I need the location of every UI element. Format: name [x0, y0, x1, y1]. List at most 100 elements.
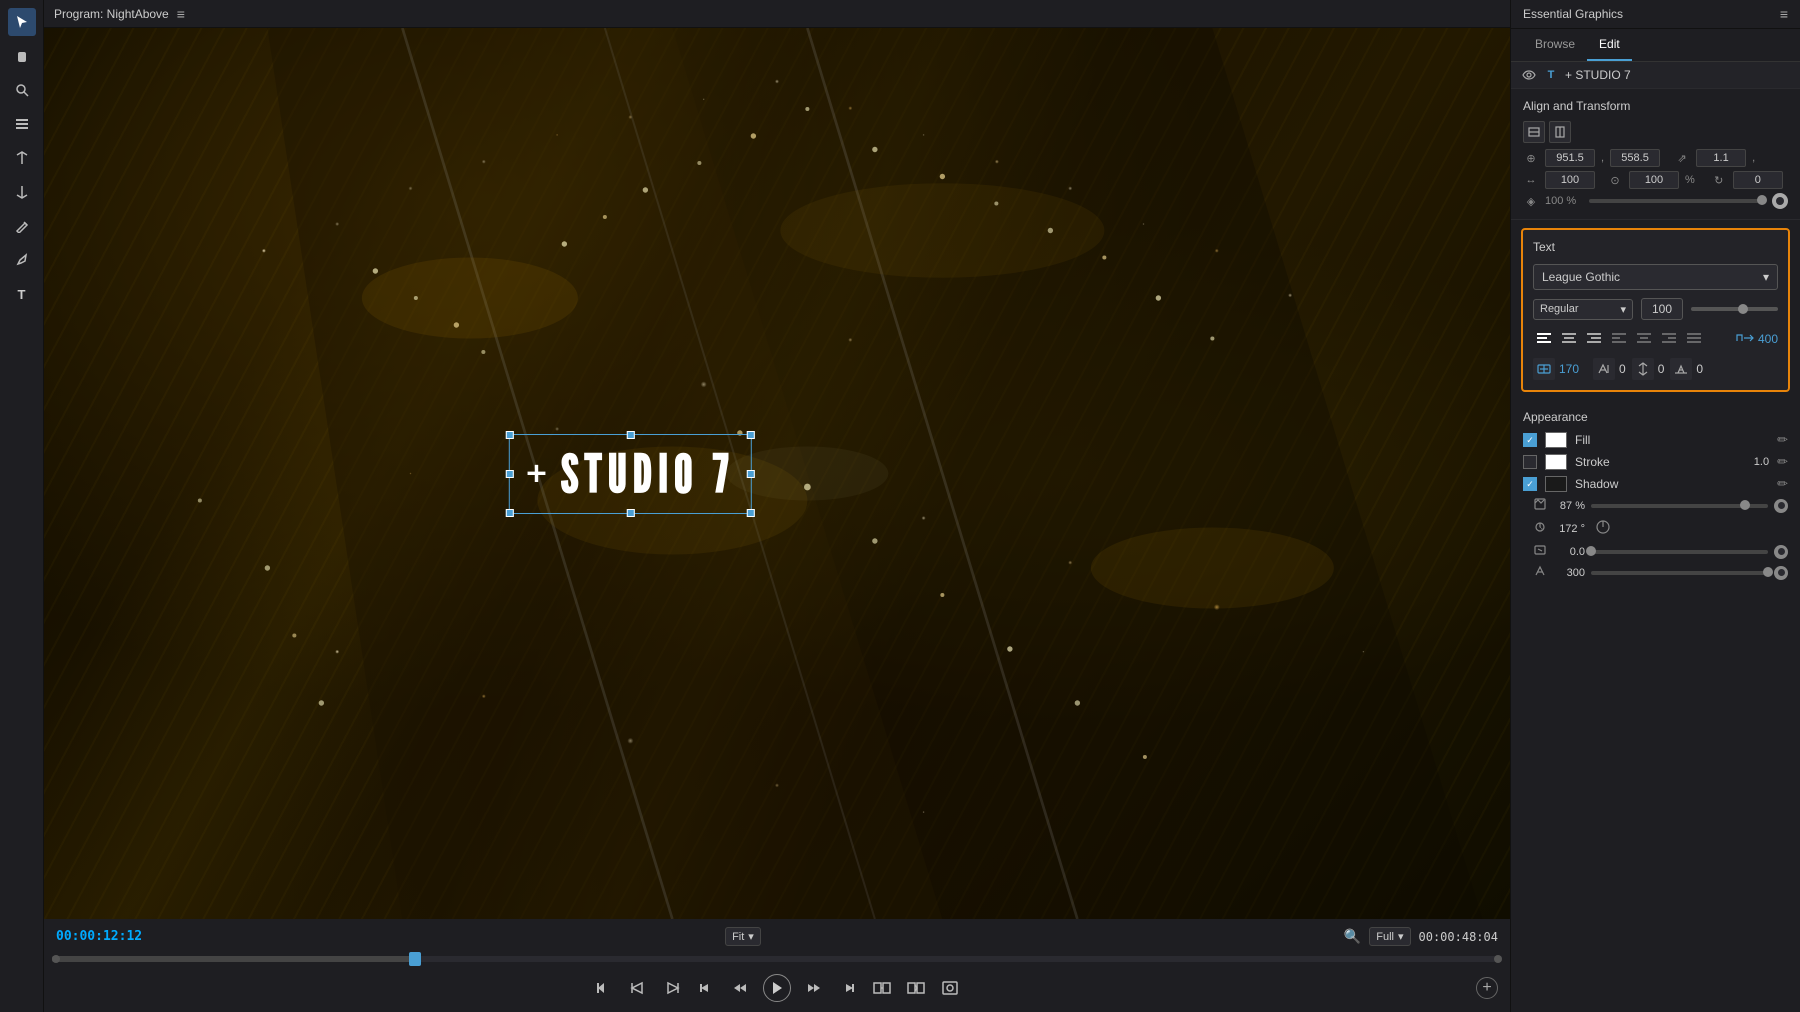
justify-all-btn[interactable]: [1683, 328, 1705, 350]
shadow-checkbox[interactable]: ✓: [1523, 477, 1537, 491]
font-size-field[interactable]: 100: [1641, 298, 1683, 320]
opacity-track[interactable]: [1589, 199, 1762, 203]
handle-bottom-center[interactable]: [626, 509, 634, 517]
pen-tool[interactable]: [8, 246, 36, 274]
scale-field[interactable]: [1696, 149, 1746, 167]
handle-middle-right[interactable]: [747, 470, 755, 478]
text-overlay-box[interactable]: + STUDIO 7: [509, 434, 751, 514]
timeline-progress: [52, 956, 415, 962]
play-button[interactable]: [763, 974, 791, 1002]
opacity-circle: [1772, 193, 1788, 209]
handle-top-right[interactable]: [747, 431, 755, 439]
font-dropdown[interactable]: League Gothic ▾: [1533, 264, 1778, 290]
stroke-edit-icon[interactable]: ✏: [1777, 454, 1788, 470]
hand-tool[interactable]: [8, 42, 36, 70]
appearance-title: Appearance: [1523, 410, 1788, 424]
opacity-thumb[interactable]: [1757, 195, 1767, 205]
tab-edit[interactable]: Edit: [1587, 29, 1632, 61]
fit-selector[interactable]: Fit ▾: [725, 927, 761, 946]
step-back-button[interactable]: [695, 977, 717, 999]
fit-chevron: ▾: [748, 930, 754, 943]
rotation-field[interactable]: [1733, 171, 1783, 189]
layer-eye-toggle[interactable]: [1521, 67, 1537, 83]
shadow-color-swatch[interactable]: [1545, 476, 1567, 492]
shadow-blur-slider[interactable]: [1591, 571, 1768, 575]
prev-frame-button[interactable]: [729, 977, 751, 999]
overwrite-edit-button[interactable]: [905, 977, 927, 999]
tracking-display: 400: [1736, 332, 1778, 346]
in-point-button[interactable]: [627, 977, 649, 999]
align-left-btn[interactable]: [1533, 328, 1555, 350]
stroke-checkbox[interactable]: [1523, 455, 1537, 469]
type-tool[interactable]: T: [8, 280, 36, 308]
shadow-distance-row: 0.0: [1523, 544, 1788, 559]
shadow-angle-circle[interactable]: [1595, 519, 1611, 538]
scale-row: ↔ ⊙ % ↻: [1523, 171, 1788, 189]
selection-tool[interactable]: [8, 8, 36, 36]
time-display-row: 00:00:12:12 Fit ▾ 🔍 Full ▾ 00:00:48:04: [44, 923, 1510, 950]
scale-height-field[interactable]: [1629, 171, 1679, 189]
quality-label: Full: [1376, 931, 1394, 943]
justify-right-btn[interactable]: [1658, 328, 1680, 350]
zoom-tool[interactable]: [8, 76, 36, 104]
align-center-btn[interactable]: [1558, 328, 1580, 350]
brush-tool[interactable]: [8, 212, 36, 240]
position-y-field[interactable]: 558.5: [1610, 149, 1660, 167]
align-btn-1[interactable]: [1523, 121, 1545, 143]
shadow-opacity-thumb[interactable]: [1740, 500, 1750, 510]
align-transform-title: Align and Transform: [1523, 99, 1788, 113]
fill-checkbox[interactable]: ✓: [1523, 433, 1537, 447]
handle-top-left[interactable]: [506, 431, 514, 439]
quality-selector[interactable]: Full ▾: [1369, 927, 1410, 946]
stroke-color-swatch[interactable]: [1545, 454, 1567, 470]
layer-name: + STUDIO 7: [1565, 68, 1790, 82]
text-align-row: 400: [1533, 328, 1778, 350]
handle-bottom-left[interactable]: [506, 509, 514, 517]
timeline-row[interactable]: [44, 950, 1510, 968]
shadow-distance-circle: [1774, 545, 1788, 559]
panel-menu-button[interactable]: ≡: [1780, 6, 1788, 22]
font-size-thumb[interactable]: [1738, 304, 1748, 314]
fill-color-swatch[interactable]: [1545, 432, 1567, 448]
layer-type-icon: T: [1543, 67, 1559, 83]
next-frame-button[interactable]: [803, 977, 825, 999]
align-right-btn[interactable]: [1583, 328, 1605, 350]
insert-edit-button[interactable]: [871, 977, 893, 999]
align-btn-2[interactable]: [1549, 121, 1571, 143]
opacity-icon: ◈: [1523, 195, 1539, 208]
ripple-tool[interactable]: [8, 144, 36, 172]
timeline-track[interactable]: [52, 956, 1502, 962]
handle-middle-left[interactable]: [506, 470, 514, 478]
justify-center-btn[interactable]: [1633, 328, 1655, 350]
shadow-opacity-slider[interactable]: [1591, 504, 1768, 508]
video-area: + STUDIO 7: [44, 28, 1510, 919]
timeline-playhead[interactable]: [409, 952, 421, 966]
scale-width-field[interactable]: [1545, 171, 1595, 189]
quality-chevron: ▾: [1398, 930, 1404, 943]
add-button[interactable]: +: [1476, 977, 1498, 999]
fill-edit-icon[interactable]: ✏: [1777, 432, 1788, 448]
tsume-group: 170: [1533, 358, 1587, 380]
shadow-blur-thumb[interactable]: [1763, 567, 1773, 577]
justify-left-btn[interactable]: [1608, 328, 1630, 350]
step-forward-button[interactable]: [837, 977, 859, 999]
to-in-point-button[interactable]: [593, 977, 615, 999]
handle-bottom-right[interactable]: [747, 509, 755, 517]
shadow-edit-icon[interactable]: ✏: [1777, 476, 1788, 492]
monitor-menu-button[interactable]: ≡: [177, 6, 185, 22]
rolling-tool[interactable]: [8, 178, 36, 206]
position-x-field[interactable]: 951.5: [1545, 149, 1595, 167]
font-style-dropdown[interactable]: Regular ▾: [1533, 299, 1633, 320]
export-frame-button[interactable]: [939, 977, 961, 999]
tab-browse[interactable]: Browse: [1523, 29, 1587, 61]
leading-value: 0: [1658, 362, 1665, 376]
shadow-distance-slider[interactable]: [1591, 550, 1768, 554]
shadow-angle-row: 172 °: [1523, 519, 1788, 538]
razor-tool[interactable]: [8, 110, 36, 138]
layer-item[interactable]: T + STUDIO 7: [1511, 62, 1800, 89]
current-time[interactable]: 00:00:12:12: [56, 929, 142, 944]
out-point-button[interactable]: [661, 977, 683, 999]
shadow-distance-thumb[interactable]: [1586, 546, 1596, 556]
handle-top-center[interactable]: [626, 431, 634, 439]
font-size-slider[interactable]: [1691, 307, 1778, 311]
